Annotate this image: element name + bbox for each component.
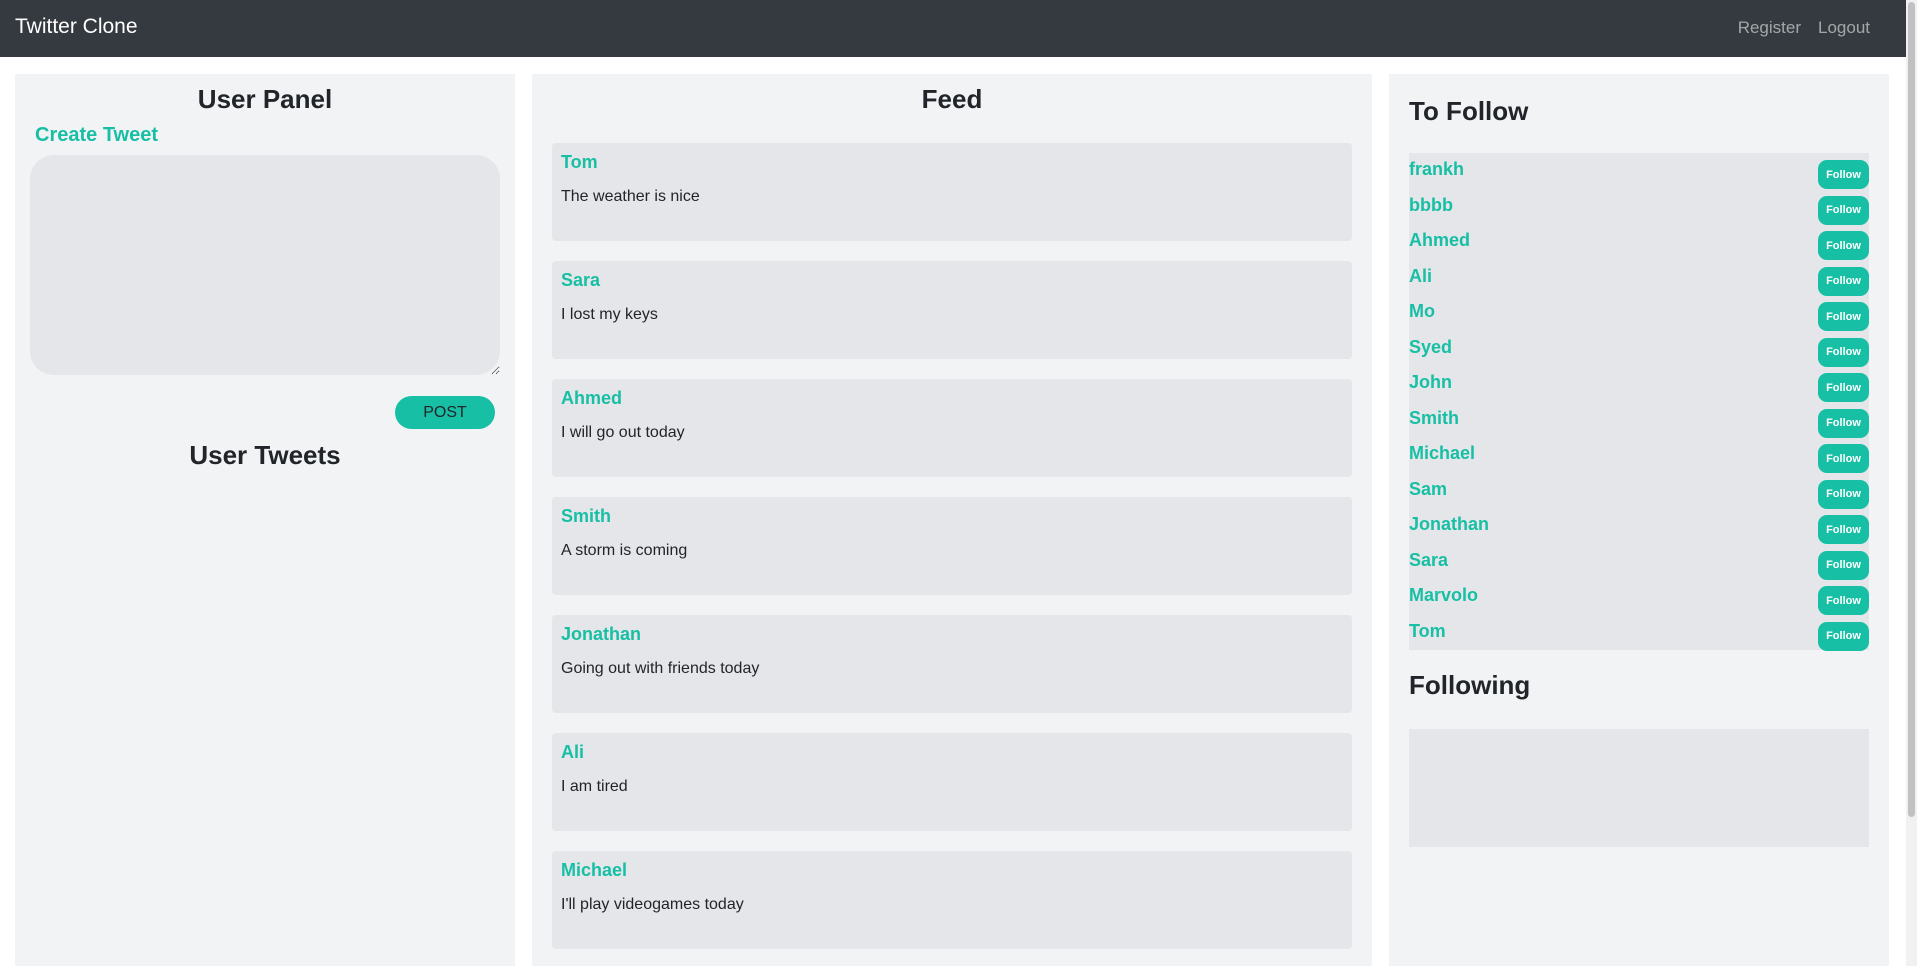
tweet-text: I'll play videogames today: [561, 896, 744, 913]
follow-username[interactable]: Tom: [1409, 621, 1446, 642]
nav-links: Register Logout: [1738, 18, 1870, 38]
tweet-author[interactable]: Ahmed: [561, 388, 622, 409]
tweet-author[interactable]: Ali: [561, 742, 584, 763]
tweet-author[interactable]: Smith: [561, 506, 611, 527]
follow-username[interactable]: John: [1409, 372, 1452, 393]
tweet-textarea[interactable]: [30, 155, 500, 375]
follow-row: Sam Follow: [1409, 477, 1869, 513]
follow-username[interactable]: Sara: [1409, 550, 1448, 571]
follow-button[interactable]: Follow: [1818, 195, 1869, 225]
follow-username[interactable]: bbbb: [1409, 195, 1453, 216]
follow-username[interactable]: Marvolo: [1409, 585, 1478, 606]
follow-row: Tom Follow: [1409, 619, 1869, 655]
tweet-card: Sara I lost my keys: [552, 261, 1352, 359]
follow-row: Sara Follow: [1409, 548, 1869, 584]
post-button[interactable]: POST: [395, 396, 495, 429]
follow-row: Smith Follow: [1409, 406, 1869, 442]
follow-row: Ali Follow: [1409, 264, 1869, 300]
page-scrollbar[interactable]: [1906, 0, 1917, 966]
following-list: [1409, 729, 1869, 847]
tweet-author[interactable]: Sara: [561, 270, 600, 291]
tweet-card: Michael I'll play videogames today: [552, 851, 1352, 949]
follow-row: Ahmed Follow: [1409, 228, 1869, 264]
feed-list: Tom The weather is nice Sara I lost my k…: [552, 143, 1352, 966]
follow-username[interactable]: Ali: [1409, 266, 1432, 287]
follow-button[interactable]: Follow: [1818, 621, 1869, 651]
tweet-text: Going out with friends today: [561, 660, 760, 677]
follow-row: John Follow: [1409, 370, 1869, 406]
follow-panel: To Follow frankh Follow bbbb Follow Ahmed F…: [1389, 74, 1889, 966]
feed-title: Feed: [921, 84, 983, 114]
follow-username[interactable]: Syed: [1409, 337, 1452, 358]
to-follow-list: frankh Follow bbbb Follow Ahmed Follow Ali F…: [1409, 153, 1869, 651]
tweet-text: I will go out today: [561, 424, 685, 441]
follow-button[interactable]: Follow: [1818, 444, 1869, 473]
follow-row: frankh Follow: [1409, 157, 1869, 193]
tweet-text: I am tired: [561, 778, 628, 795]
follow-button[interactable]: Follow: [1818, 408, 1869, 438]
tweet-author[interactable]: Jonathan: [561, 624, 641, 645]
follow-button[interactable]: Follow: [1818, 160, 1869, 189]
follow-username[interactable]: Smith: [1409, 408, 1459, 429]
top-navbar: Twitter Clone Register Logout: [0, 0, 1906, 57]
follow-username[interactable]: Jonathan: [1409, 514, 1489, 535]
follow-button[interactable]: Follow: [1818, 479, 1869, 509]
follow-row: Michael Follow: [1409, 441, 1869, 477]
follow-row: Mo Follow: [1409, 299, 1869, 335]
tweet-card: Tom The weather is nice: [552, 143, 1352, 241]
tweet-author[interactable]: Tom: [561, 152, 598, 173]
follow-button[interactable]: Follow: [1818, 550, 1869, 580]
follow-username[interactable]: frankh: [1409, 159, 1464, 180]
follow-button[interactable]: Follow: [1818, 586, 1869, 615]
feed-panel: Feed Tom The weather is nice Sara I lost…: [532, 74, 1372, 966]
follow-button[interactable]: Follow: [1818, 373, 1869, 402]
tweet-card: Jonathan Going out with friends today: [552, 615, 1352, 713]
follow-username[interactable]: Mo: [1409, 301, 1435, 322]
follow-row: Syed Follow: [1409, 335, 1869, 371]
follow-button[interactable]: Follow: [1818, 266, 1869, 296]
brand-logo[interactable]: Twitter Clone: [15, 15, 138, 39]
scrollbar-thumb[interactable]: [1908, 2, 1915, 817]
follow-button[interactable]: Follow: [1818, 337, 1869, 367]
follow-button[interactable]: Follow: [1818, 515, 1869, 544]
follow-button[interactable]: Follow: [1818, 231, 1869, 260]
user-tweets-title: User Tweets: [189, 440, 341, 470]
tweet-text: The weather is nice: [561, 188, 700, 205]
tweet-card: Ali I am tired: [552, 733, 1352, 831]
tweet-card: Smith A storm is coming: [552, 497, 1352, 595]
user-panel-title: User Panel: [197, 84, 333, 114]
user-panel: User Panel Create Tweet POST User Tweets: [15, 74, 515, 966]
to-follow-title: To Follow: [1409, 96, 1529, 126]
create-tweet-label: Create Tweet: [35, 124, 159, 146]
tweet-text: A storm is coming: [561, 542, 688, 559]
logout-link[interactable]: Logout: [1818, 18, 1870, 38]
follow-button[interactable]: Follow: [1818, 302, 1869, 331]
follow-username[interactable]: Ahmed: [1409, 230, 1470, 251]
follow-row: bbbb Follow: [1409, 193, 1869, 229]
follow-row: Marvolo Follow: [1409, 583, 1869, 619]
follow-row: Jonathan Follow: [1409, 512, 1869, 548]
follow-username[interactable]: Sam: [1409, 479, 1447, 500]
tweet-card: Ahmed I will go out today: [552, 379, 1352, 477]
tweet-author[interactable]: Michael: [561, 860, 627, 881]
tweet-text: I lost my keys: [561, 306, 658, 323]
following-title: Following: [1409, 670, 1531, 700]
follow-username[interactable]: Michael: [1409, 443, 1475, 464]
register-link[interactable]: Register: [1738, 18, 1801, 38]
